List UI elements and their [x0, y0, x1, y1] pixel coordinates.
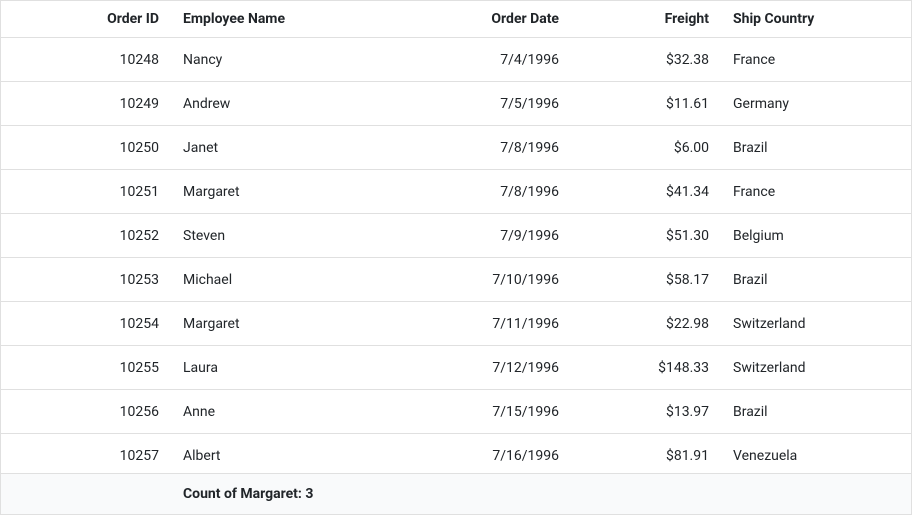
cell-freight: $6.00: [571, 130, 721, 166]
cell-employee-name: Albert: [171, 438, 401, 474]
cell-employee-name: Michael: [171, 262, 401, 298]
table-row[interactable]: 10253 Michael 7/10/1996 $58.17 Brazil: [1, 258, 911, 302]
cell-order-date: 7/15/1996: [401, 394, 571, 430]
cell-order-id: 10248: [1, 42, 171, 78]
column-header-employee-name[interactable]: Employee Name: [171, 1, 401, 37]
cell-order-date: 7/11/1996: [401, 306, 571, 342]
cell-employee-name: Anne: [171, 394, 401, 430]
cell-order-date: 7/16/1996: [401, 438, 571, 474]
cell-order-date: 7/8/1996: [401, 130, 571, 166]
table-row[interactable]: 10251 Margaret 7/8/1996 $41.34 France: [1, 170, 911, 214]
grid-body: 10248 Nancy 7/4/1996 $32.38 France 10249…: [1, 38, 911, 473]
footer-cell-order-id: [1, 474, 171, 514]
cell-ship-country: Venezuela: [721, 438, 876, 474]
cell-employee-name: Janet: [171, 130, 401, 166]
cell-order-date: 7/9/1996: [401, 218, 571, 254]
grid-footer-row: Count of Margaret: 3: [1, 473, 911, 514]
cell-ship-country: Switzerland: [721, 306, 876, 342]
cell-ship-country: Switzerland: [721, 350, 876, 386]
cell-ship-country: France: [721, 174, 876, 210]
cell-order-id: 10256: [1, 394, 171, 430]
cell-order-date: 7/5/1996: [401, 86, 571, 122]
cell-employee-name: Margaret: [171, 174, 401, 210]
table-row[interactable]: 10249 Andrew 7/5/1996 $11.61 Germany: [1, 82, 911, 126]
cell-order-id: 10253: [1, 262, 171, 298]
grid-header-row: Order ID Employee Name Order Date Freigh…: [1, 1, 911, 38]
cell-freight: $22.98: [571, 306, 721, 342]
column-header-freight[interactable]: Freight: [571, 1, 721, 37]
cell-ship-country: Belgium: [721, 218, 876, 254]
cell-order-id: 10257: [1, 438, 171, 474]
footer-cell-summary: Count of Margaret: 3: [171, 474, 401, 514]
column-header-order-date[interactable]: Order Date: [401, 1, 571, 37]
cell-employee-name: Margaret: [171, 306, 401, 342]
table-row[interactable]: 10256 Anne 7/15/1996 $13.97 Brazil: [1, 390, 911, 434]
cell-ship-country: Brazil: [721, 394, 876, 430]
grid-scroll-area[interactable]: 10248 Nancy 7/4/1996 $32.38 France 10249…: [1, 38, 911, 473]
cell-ship-country: Germany: [721, 86, 876, 122]
cell-order-date: 7/4/1996: [401, 42, 571, 78]
table-row[interactable]: 10250 Janet 7/8/1996 $6.00 Brazil: [1, 126, 911, 170]
table-row[interactable]: 10252 Steven 7/9/1996 $51.30 Belgium: [1, 214, 911, 258]
cell-order-date: 7/8/1996: [401, 174, 571, 210]
cell-order-id: 10254: [1, 306, 171, 342]
cell-freight: $41.34: [571, 174, 721, 210]
table-row[interactable]: 10257 Albert 7/16/1996 $81.91 Venezuela: [1, 434, 911, 473]
cell-freight: $13.97: [571, 394, 721, 430]
cell-order-date: 7/12/1996: [401, 350, 571, 386]
footer-cell-freight: [571, 474, 721, 514]
cell-ship-country: France: [721, 42, 876, 78]
cell-order-date: 7/10/1996: [401, 262, 571, 298]
footer-cell-ship-country: [721, 474, 876, 514]
cell-ship-country: Brazil: [721, 130, 876, 166]
cell-freight: $11.61: [571, 86, 721, 122]
cell-order-id: 10249: [1, 86, 171, 122]
cell-employee-name: Nancy: [171, 42, 401, 78]
cell-employee-name: Andrew: [171, 86, 401, 122]
cell-freight: $32.38: [571, 42, 721, 78]
cell-employee-name: Laura: [171, 350, 401, 386]
cell-freight: $58.17: [571, 262, 721, 298]
table-row[interactable]: 10254 Margaret 7/11/1996 $22.98 Switzerl…: [1, 302, 911, 346]
cell-ship-country: Brazil: [721, 262, 876, 298]
cell-order-id: 10255: [1, 350, 171, 386]
cell-employee-name: Steven: [171, 218, 401, 254]
table-row[interactable]: 10255 Laura 7/12/1996 $148.33 Switzerlan…: [1, 346, 911, 390]
footer-cell-order-date: [401, 474, 571, 514]
cell-order-id: 10251: [1, 174, 171, 210]
cell-freight: $148.33: [571, 350, 721, 386]
cell-freight: $51.30: [571, 218, 721, 254]
cell-order-id: 10252: [1, 218, 171, 254]
table-row[interactable]: 10248 Nancy 7/4/1996 $32.38 France: [1, 38, 911, 82]
cell-order-id: 10250: [1, 130, 171, 166]
data-grid: Order ID Employee Name Order Date Freigh…: [0, 0, 912, 515]
column-header-ship-country[interactable]: Ship Country: [721, 1, 876, 37]
column-header-order-id[interactable]: Order ID: [1, 1, 171, 37]
cell-freight: $81.91: [571, 438, 721, 474]
